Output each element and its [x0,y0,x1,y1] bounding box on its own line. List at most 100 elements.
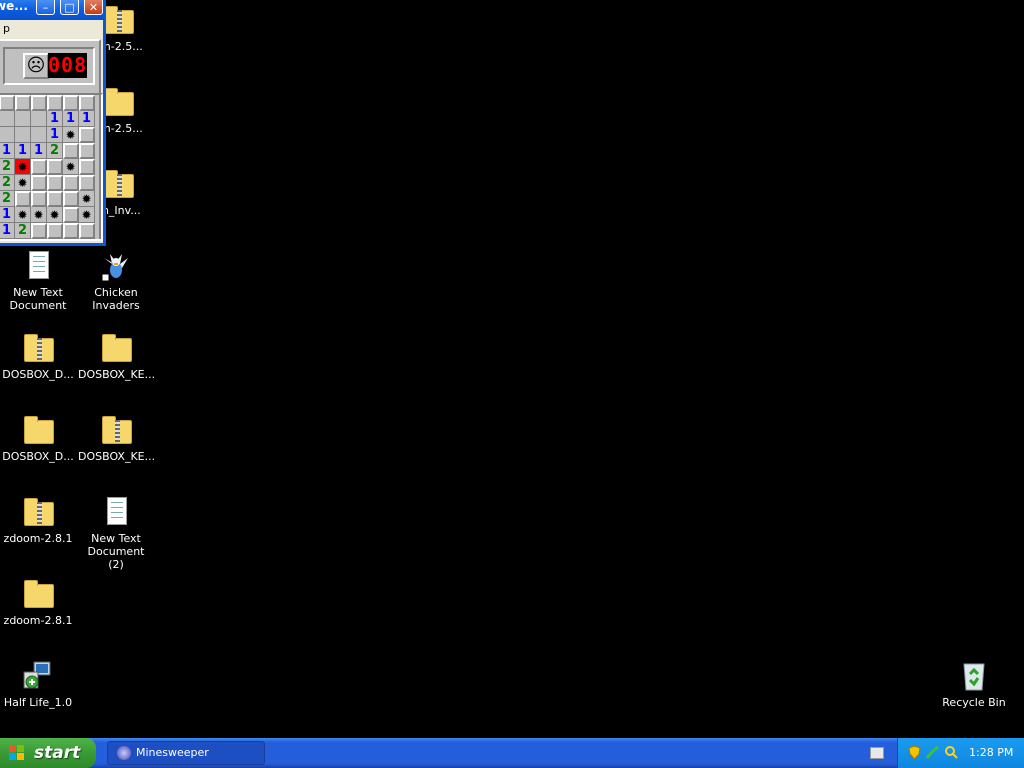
start-button[interactable]: start [0,738,96,768]
unrevealed-cell[interactable] [79,143,95,159]
unrevealed-cell[interactable] [79,175,95,191]
mine-icon[interactable]: ✹ [47,207,63,223]
taskbar: start Minesweeper 1:28 PM [0,738,1024,768]
desktop-icon-dosbox-d-zip[interactable]: DOSBOX_D... [0,332,76,381]
desktop-icon-zdoom-zip[interactable]: zdoom-2.8.1 [0,496,76,545]
zip-folder-icon [102,168,134,200]
installer-icon [22,660,54,692]
folder-icon [100,332,132,364]
unrevealed-cell[interactable] [63,223,79,239]
unrevealed-cell[interactable] [31,175,47,191]
unrevealed-cell[interactable] [47,223,63,239]
zip-folder-icon [22,332,54,364]
unrevealed-cell[interactable] [31,223,47,239]
unrevealed-cell[interactable] [47,95,63,111]
desktop-icon-label: DOSBOX_D... [2,450,74,463]
number-cell[interactable]: 1 [63,111,79,127]
smiley-face-button[interactable]: ☹ [23,53,49,79]
empty-cell[interactable] [31,111,47,127]
mine-grid[interactable]: 1 1 1 1 ✹ 1 1 1 2 2 ✹ ✹ 2 ✹ 2 ✹ 1 ✹ ✹ ✹ ✹ 1 2 [0,93,103,241]
desktop-icon-label: New Text Document (2) [87,532,145,571]
unrevealed-cell[interactable] [31,95,47,111]
clock: 1:28 PM [969,746,1014,759]
desktop-icon-dosbox-ke-folder[interactable]: DOSBOX_KE... [78,332,156,381]
desktop-icon-new-text-document-2[interactable]: New Text Document (2) [78,496,154,571]
unrevealed-cell[interactable] [79,127,95,143]
mine-icon[interactable]: ✹ [79,191,95,207]
menu-help[interactable]: p [3,22,10,35]
window-titlebar[interactable]: we... – □ ✕ [0,0,103,20]
empty-cell[interactable] [31,127,47,143]
desktop-icon-label: DOSBOX_KE... [78,368,156,381]
desktop-icon-recycle-bin[interactable]: Recycle Bin [936,660,1012,709]
desktop-icon-new-text-document[interactable]: New Text Document [0,250,76,312]
security-shield-icon[interactable] [908,746,921,759]
start-label: start [34,743,81,763]
unrevealed-cell[interactable] [15,191,31,207]
windows-logo-icon [9,745,25,761]
desktop-icon-label: Half Life_1.0 [3,696,73,709]
mine-icon[interactable]: ✹ [15,207,31,223]
menu-bar[interactable]: p [0,20,103,38]
zip-folder-icon [102,4,134,36]
unrevealed-cell[interactable] [63,175,79,191]
number-cell[interactable]: 2 [0,191,15,207]
close-button[interactable]: ✕ [84,0,103,15]
unrevealed-cell[interactable] [15,95,31,111]
number-cell[interactable]: 1 [79,111,95,127]
unrevealed-cell[interactable] [47,175,63,191]
minesweeper-window[interactable]: we... – □ ✕ p ☹ 008 1 1 1 1 ✹ 1 1 1 2 2 ✹ ✹ 2 ✹ 2 ✹ 1 ✹ ✹ ✹… [0,0,106,246]
number-cell[interactable]: 2 [0,159,15,175]
number-cell[interactable]: 2 [47,143,63,159]
text-document-icon [100,496,132,528]
status-panel: ☹ 008 [3,47,95,85]
keyboard-icon[interactable] [870,747,884,759]
number-cell[interactable]: 1 [15,143,31,159]
unrevealed-cell[interactable] [79,95,95,111]
number-cell[interactable]: 1 [31,143,47,159]
mine-icon[interactable]: ✹ [63,159,79,175]
number-cell[interactable]: 1 [47,111,63,127]
folder-icon [22,414,54,446]
empty-cell[interactable] [15,127,31,143]
unrevealed-cell[interactable] [63,191,79,207]
unrevealed-cell[interactable] [0,95,15,111]
minimize-icon: – [42,1,49,14]
unrevealed-cell[interactable] [47,159,63,175]
number-cell[interactable]: 2 [15,223,31,239]
unrevealed-cell[interactable] [79,223,95,239]
number-cell[interactable]: 2 [0,175,15,191]
number-cell[interactable]: 1 [0,223,15,239]
mine-icon[interactable]: ✹ [79,207,95,223]
maximize-icon: □ [64,1,75,14]
mine-icon[interactable]: ✹ [31,207,47,223]
desktop-icon-dosbox-d-folder[interactable]: DOSBOX_D... [0,414,76,463]
search-icon[interactable] [945,746,958,759]
mine-icon[interactable]: ✹ [63,127,79,143]
exploded-mine-icon[interactable]: ✹ [15,159,31,175]
number-cell[interactable]: 1 [47,127,63,143]
taskbar-item-minesweeper[interactable]: Minesweeper [107,741,265,765]
number-cell[interactable]: 1 [0,207,15,223]
unrevealed-cell[interactable] [63,207,79,223]
desktop-icon-half-life[interactable]: Half Life_1.0 [0,660,76,709]
desktop-icon-chicken-invaders[interactable]: Chicken Invaders [78,250,154,312]
close-icon: ✕ [88,1,99,14]
unrevealed-cell[interactable] [31,159,47,175]
number-cell[interactable]: 1 [0,143,15,159]
mine-icon[interactable]: ✹ [15,175,31,191]
desktop-icon-dosbox-ke-zip[interactable]: DOSBOX_KE... [78,414,155,463]
unrevealed-cell[interactable] [47,191,63,207]
network-icon[interactable] [926,746,939,759]
unrevealed-cell[interactable] [63,143,79,159]
unrevealed-cell[interactable] [31,191,47,207]
empty-cell[interactable] [15,111,31,127]
unrevealed-cell[interactable] [63,95,79,111]
empty-cell[interactable] [0,127,15,143]
maximize-button[interactable]: □ [60,0,79,15]
desktop-icon-zdoom-folder[interactable]: zdoom-2.8.1 [0,578,76,627]
taskbar-item-label: Minesweeper [136,746,209,759]
empty-cell[interactable] [0,111,15,127]
minimize-button[interactable]: – [36,0,55,15]
unrevealed-cell[interactable] [79,159,95,175]
